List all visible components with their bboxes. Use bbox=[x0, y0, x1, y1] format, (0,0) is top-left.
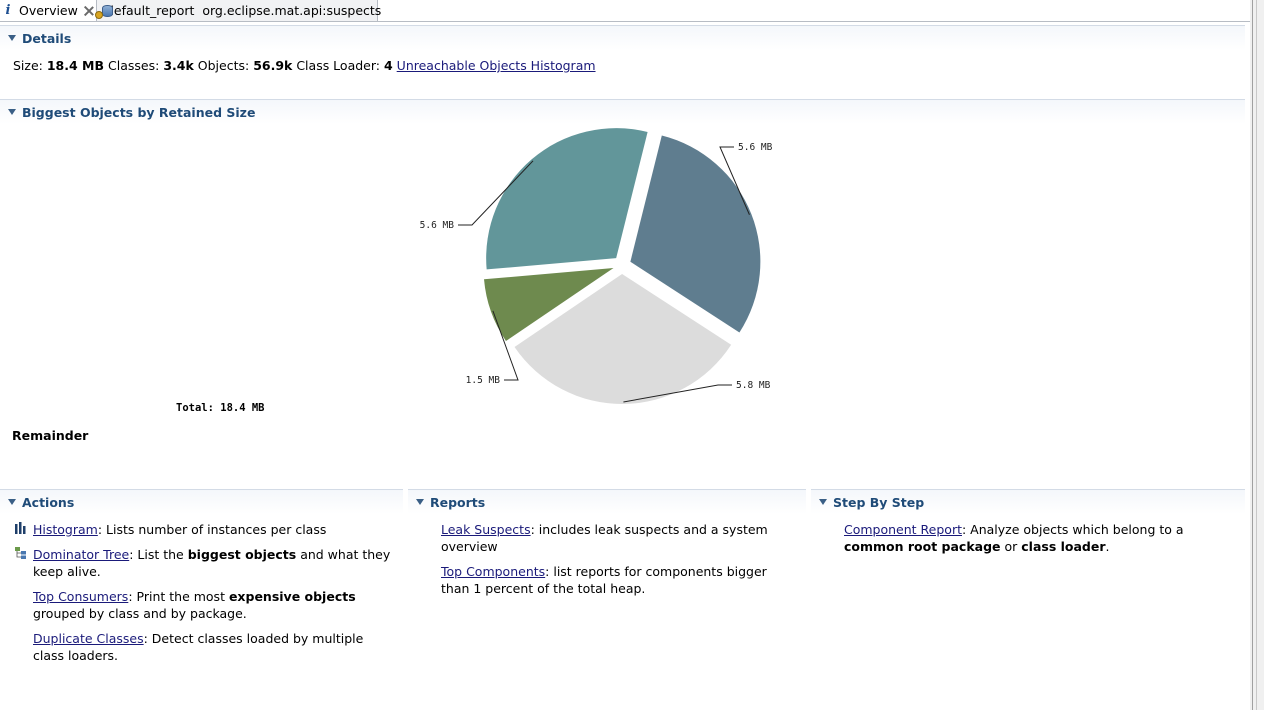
reports-title: Reports bbox=[430, 494, 486, 510]
dominator-tree-icon bbox=[15, 547, 26, 559]
collapse-triangle-icon[interactable] bbox=[8, 109, 16, 115]
actions-section-header[interactable]: Actions bbox=[0, 489, 403, 514]
biggest-objects-title: Biggest Objects by Retained Size bbox=[22, 104, 256, 120]
biggest-objects-pie-chart[interactable]: 5.6 MB 5.8 MB 1.5 MB 5.6 MB bbox=[0, 124, 1245, 424]
pie-slice-label: 5.6 MB bbox=[420, 220, 455, 231]
top-components-link[interactable]: Top Components bbox=[441, 564, 545, 579]
report-item-top-components: Top Components: list reports for compone… bbox=[441, 564, 767, 596]
editor-tab-bar: i Overview default_report org.eclipse.ma… bbox=[0, 0, 1250, 22]
leak-suspects-link[interactable]: Leak Suspects bbox=[441, 522, 531, 537]
step-by-step-title: Step By Step bbox=[833, 494, 925, 510]
step-by-step-section-header[interactable]: Step By Step bbox=[811, 489, 1245, 514]
component-report-link[interactable]: Component Report bbox=[844, 522, 962, 537]
class-loader-count-value: 4 bbox=[383, 58, 393, 73]
actions-title: Actions bbox=[22, 494, 75, 510]
pie-slice-label: 5.8 MB bbox=[736, 380, 771, 391]
action-item-duplicate-classes: Duplicate Classes: Detect classes loaded… bbox=[33, 631, 364, 663]
dominator-tree-link[interactable]: Dominator Tree bbox=[33, 547, 129, 562]
pie-total-label: Total: 18.4 MB bbox=[176, 402, 265, 414]
collapse-triangle-icon[interactable] bbox=[8, 499, 16, 505]
tab-default-report[interactable]: default_report org.eclipse.mat.api:suspe… bbox=[95, 0, 382, 21]
details-section-header[interactable]: Details bbox=[0, 25, 1245, 50]
unreachable-objects-histogram-link[interactable]: Unreachable Objects Histogram bbox=[397, 58, 596, 73]
pie-slice[interactable] bbox=[486, 128, 648, 270]
objects-count-value: 56.9k bbox=[253, 58, 293, 73]
tab-overview-label: Overview bbox=[19, 3, 78, 18]
remainder-label[interactable]: Remainder bbox=[12, 428, 88, 443]
tab-default-report-label: default_report org.eclipse.mat.api:suspe… bbox=[106, 3, 382, 18]
action-item-dominator-tree: Dominator Tree: List the biggest objects… bbox=[15, 546, 393, 580]
report-item-leak-suspects: Leak Suspects: includes leak suspects an… bbox=[441, 522, 768, 554]
classes-count-value: 3.4k bbox=[163, 58, 194, 73]
reports-section-header[interactable]: Reports bbox=[408, 489, 806, 514]
step-item-component-report: Component Report: Analyze objects which … bbox=[844, 522, 1184, 554]
action-item-histogram: Histogram: Lists number of instances per… bbox=[15, 521, 393, 538]
pie-slice-label: 1.5 MB bbox=[466, 375, 501, 386]
info-icon: i bbox=[5, 3, 11, 18]
collapse-triangle-icon[interactable] bbox=[819, 499, 827, 505]
pie-slice-label: 5.6 MB bbox=[738, 142, 773, 153]
close-icon[interactable] bbox=[84, 6, 94, 16]
collapse-triangle-icon[interactable] bbox=[8, 35, 16, 41]
top-consumers-link[interactable]: Top Consumers bbox=[33, 589, 128, 604]
action-item-top-consumers: Top Consumers: Print the most expensive … bbox=[33, 589, 356, 621]
histogram-link[interactable]: Histogram bbox=[33, 522, 98, 537]
collapse-triangle-icon[interactable] bbox=[416, 499, 424, 505]
vertical-scroll-gutter[interactable] bbox=[1250, 0, 1264, 710]
duplicate-classes-link[interactable]: Duplicate Classes bbox=[33, 631, 144, 646]
heap-size-value: 18.4 MB bbox=[46, 58, 105, 73]
details-summary: Size: 18.4 MB Classes: 3.4k Objects: 56.… bbox=[13, 58, 596, 73]
histogram-icon bbox=[15, 522, 26, 534]
details-title: Details bbox=[22, 30, 72, 46]
tab-overview[interactable]: i Overview bbox=[0, 0, 97, 21]
biggest-objects-section-header[interactable]: Biggest Objects by Retained Size bbox=[0, 99, 1245, 124]
